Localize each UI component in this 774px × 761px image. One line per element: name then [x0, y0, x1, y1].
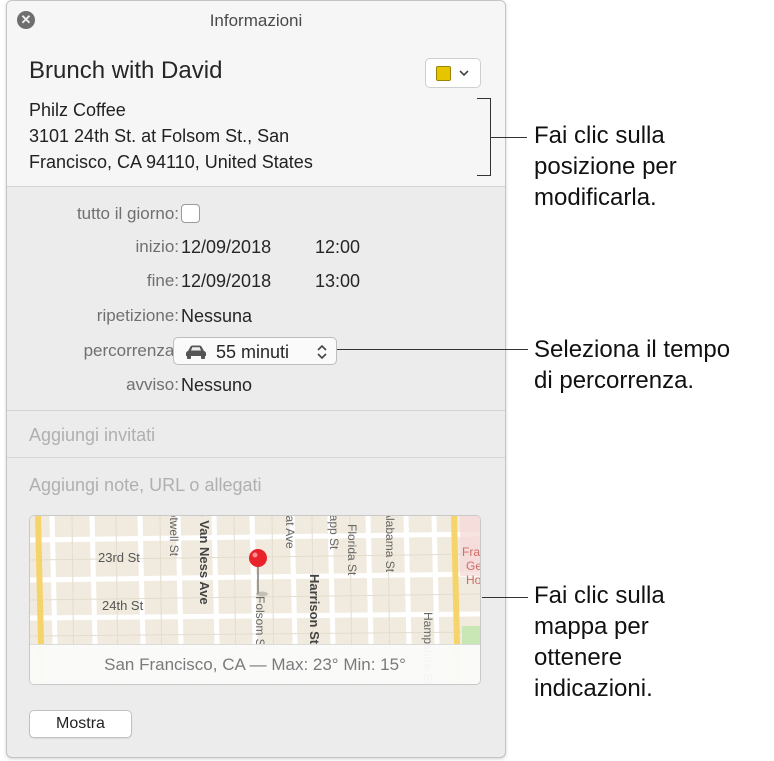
alert-value[interactable]: Nessuno — [181, 375, 252, 396]
alert-row: avviso: Nessuno — [7, 371, 505, 399]
repeat-label: ripetizione: — [96, 306, 179, 325]
street-label-shotwell: Shotwell St — [167, 516, 181, 557]
chevron-down-icon — [458, 63, 470, 86]
callout-line: di percorrenza. — [534, 367, 695, 394]
show-button[interactable]: Mostra — [29, 710, 132, 738]
start-time[interactable]: 12:00 — [315, 237, 360, 258]
start-date[interactable]: 12/09/2018 — [181, 237, 271, 258]
repeat-row: ripetizione: Nessuna — [7, 302, 505, 330]
add-invitees-field[interactable]: Aggiungi invitati — [29, 425, 155, 446]
end-date[interactable]: 12/09/2018 — [181, 271, 271, 292]
add-notes-field[interactable]: Aggiungi note, URL o allegati — [29, 475, 262, 496]
location-callout: Fai clic sulla posizione per modificarla… — [534, 120, 677, 213]
poi-label-line: Ge — [466, 559, 481, 573]
map-weather-caption: San Francisco, CA — Max: 23° Min: 15° — [104, 655, 406, 674]
location-bracket — [477, 98, 491, 176]
repeat-value[interactable]: Nessuna — [181, 306, 252, 327]
event-info-popover: ✕ Informazioni Brunch with David Philz C… — [6, 0, 506, 758]
callout-line: Fai clic sulla — [534, 582, 665, 609]
event-location[interactable]: Philz Coffee 3101 24th St. at Folsom St.… — [29, 97, 469, 175]
end-row: fine: 12/09/2018 13:00 — [7, 267, 505, 295]
callout-line: mappa per — [534, 613, 649, 640]
callout-line: Seleziona il tempo — [534, 336, 731, 363]
up-down-chevron-icon — [316, 343, 328, 366]
callout-line: ottenere — [534, 644, 623, 671]
street-label-harrison: Harrison St — [307, 574, 322, 645]
travel-time-label: percorrenza: — [83, 341, 179, 360]
start-row: inizio: 12/09/2018 12:00 — [7, 233, 505, 261]
travel-callout: Seleziona il tempo di percorrenza. — [534, 334, 730, 396]
street-label-florida: Florida St — [345, 524, 359, 576]
end-label: fine: — [146, 271, 179, 290]
travel-time-popup[interactable]: 55 minuti — [173, 337, 337, 365]
travel-leader-line — [337, 349, 528, 350]
callout-line: modificarla. — [534, 184, 657, 211]
start-label: inizio: — [135, 237, 179, 256]
calendar-color-swatch — [436, 66, 451, 81]
map-callout: Fai clic sulla mappa per ottenere indica… — [534, 580, 665, 704]
street-label-capp: Capp St — [327, 516, 341, 550]
all-day-checkbox[interactable] — [181, 204, 200, 223]
alert-label: avviso: — [126, 375, 179, 394]
poi-label-line: Ho — [466, 573, 481, 587]
event-details-section: tutto il giorno: inizio: 12/09/2018 12:0… — [7, 188, 505, 411]
callout-line: indicazioni. — [534, 675, 653, 702]
street-label-treat: Treat Ave — [283, 516, 297, 549]
callout-line: Fai clic sulla — [534, 122, 665, 149]
location-leader-line — [491, 137, 527, 138]
location-line: Philz Coffee — [29, 100, 126, 120]
divider — [7, 457, 505, 458]
street-label-folsom: Folsom St — [253, 596, 267, 651]
all-day-row: tutto il giorno: — [7, 200, 505, 228]
end-time[interactable]: 13:00 — [315, 271, 360, 292]
location-map[interactable]: 23rd St 24th St Folsom St Harrison St Fl… — [29, 515, 481, 685]
car-icon — [184, 344, 208, 365]
location-line: Francisco, CA 94110, United States — [29, 152, 313, 172]
popover-title: Informazioni — [209, 11, 303, 30]
map-leader-line — [482, 597, 528, 598]
street-label-23rd: 23rd St — [98, 550, 140, 565]
street-label-alabama: Alabama St — [383, 516, 397, 573]
all-day-label: tutto il giorno: — [76, 204, 179, 223]
location-line: 3101 24th St. at Folsom St., San — [29, 126, 290, 146]
callout-line: posizione per — [534, 153, 677, 180]
street-label-van-ness: S Van Ness Ave — [197, 516, 212, 605]
travel-time-row: percorrenza: 55 minuti — [7, 337, 505, 365]
poi-label-line: Fra — [462, 545, 480, 559]
calendar-color-popup[interactable] — [425, 58, 481, 88]
travel-time-value: 55 minuti — [216, 342, 290, 362]
event-title[interactable]: Brunch with David — [29, 57, 222, 85]
street-label-24th: 24th St — [102, 598, 144, 613]
map-weather-bar: San Francisco, CA — Max: 23° Min: 15° — [30, 644, 480, 684]
